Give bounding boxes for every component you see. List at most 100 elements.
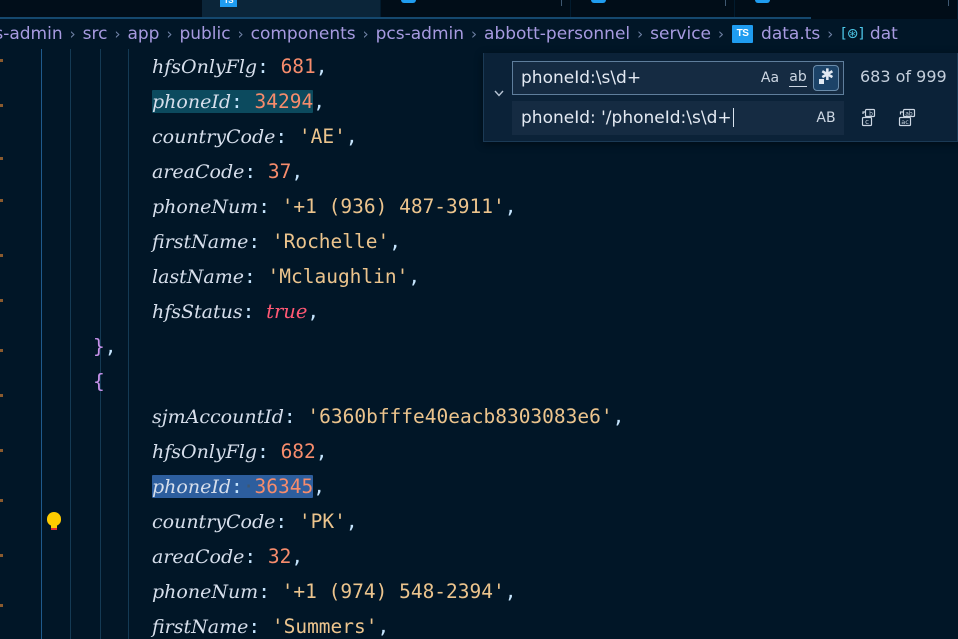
breadcrumb-item[interactable]: dat	[869, 24, 899, 44]
typescript-icon	[591, 0, 606, 3]
replace-actions: c b ac ab	[856, 105, 920, 131]
code-line[interactable]: firstName: 'Rochelle',	[0, 224, 958, 259]
code-token-str: 'Mclaughlin'	[267, 265, 409, 288]
match-case-icon[interactable]: Aa	[757, 65, 783, 91]
breadcrumb-separator: ›	[362, 25, 369, 43]
code-token-punc: ,	[345, 510, 358, 533]
code-token-punc: ,	[104, 335, 117, 358]
code-token-punc: :	[283, 405, 308, 428]
code-token-ws: ·	[242, 475, 255, 498]
code-token-key: lastName	[152, 266, 245, 288]
regex-icon[interactable]: ✱	[813, 65, 839, 91]
typescript-icon: TS	[732, 25, 754, 43]
code-line[interactable]: firstName: 'Summers',	[0, 609, 958, 639]
code-token-key: phoneId	[152, 91, 231, 113]
code-token-punc: ,	[291, 160, 304, 183]
code-token-punc: :	[231, 90, 255, 113]
breadcrumb-item[interactable]: pcs-admin	[375, 24, 465, 44]
typescript-icon	[401, 0, 416, 3]
replace-options: AB	[813, 105, 843, 131]
code-token-punc: :	[258, 195, 282, 218]
code-token-num: 681	[280, 55, 316, 78]
code-token-key: firstName	[152, 616, 249, 638]
code-line[interactable]: hfsOnlyFlg: 682,	[0, 434, 958, 469]
code-token-punc: ,	[389, 230, 401, 253]
code-token-key: areaCode	[152, 161, 245, 183]
breadcrumb-separator: ›	[827, 25, 834, 43]
code-token-key: hfsStatus	[152, 301, 243, 323]
breadcrumb-separator: ›	[237, 25, 244, 43]
code-token-punc: ,	[315, 55, 328, 78]
code-token-key: phoneNum	[152, 581, 259, 603]
breadcrumb-separator: ›	[637, 25, 644, 43]
code-line[interactable]: hfsStatus: true,	[0, 294, 958, 329]
code-token-key: hfsOnlyFlg	[152, 441, 258, 463]
code-token-num: 682	[280, 440, 316, 463]
code-line[interactable]: phoneId:·36345,	[0, 469, 958, 504]
find-input-value[interactable]: phoneId:\s\d+	[513, 68, 757, 88]
find-match-current: phoneId:·36345	[152, 475, 314, 498]
tab-divider	[725, 0, 726, 6]
code-line[interactable]: areaCode: 37,	[0, 154, 958, 189]
code-token-punc: :	[248, 230, 272, 253]
code-token-punc: ,	[504, 580, 517, 603]
code-line[interactable]: },	[0, 329, 958, 364]
code-line[interactable]: {	[0, 364, 958, 399]
code-token-key: sjmAccountId	[152, 406, 284, 428]
code-line[interactable]: sjmAccountId: '6360bfffe40eacb8303083e6'…	[0, 399, 958, 434]
whole-word-icon[interactable]: ab	[785, 65, 811, 91]
breadcrumb-separator: ›	[166, 25, 173, 43]
breadcrumb-item[interactable]: app	[126, 24, 160, 44]
toggle-replace-chevron-down-icon[interactable]	[488, 81, 510, 105]
code-token-punc: :	[257, 55, 281, 78]
code-line[interactable]: phoneNum: '+1 (936) 487-3911',	[0, 189, 958, 224]
preserve-case-icon[interactable]: AB	[813, 105, 839, 131]
breadcrumb-item[interactable]: abbott-personnel	[483, 24, 631, 44]
breadcrumb-item[interactable]: public	[178, 24, 231, 44]
code-token-brace: {	[93, 370, 105, 393]
breadcrumb-item[interactable]: components	[250, 24, 357, 44]
svg-text:b: b	[869, 111, 873, 118]
breadcrumb-separator: ›	[69, 25, 76, 43]
replace-input[interactable]: phoneId: '/phoneId:\s\d+ AB	[512, 101, 844, 135]
code-token-punc: :	[244, 545, 268, 568]
vscode-window: TS cs-admin › src › app › public › components › pc…	[0, 0, 958, 639]
breadcrumb-separator: ›	[114, 25, 121, 43]
tab-divider	[561, 0, 562, 6]
code-token-str: '+1 (974) 548-2394'	[281, 580, 505, 603]
code-token-key: phoneNum	[152, 196, 259, 218]
code-token-key: countryCode	[152, 511, 276, 533]
code-token-punc: ,	[313, 475, 325, 498]
code-line[interactable]: countryCode: 'PK',	[0, 504, 958, 539]
find-match-count: 683 of 999	[860, 67, 947, 86]
svg-text:ab: ab	[905, 111, 913, 118]
code-line[interactable]: phoneNum: '+1 (974) 548-2394',	[0, 574, 958, 609]
breadcrumb-item[interactable]: cs-admin	[0, 24, 64, 44]
code-token-punc: :	[244, 160, 268, 183]
breadcrumb-item[interactable]: data.ts	[760, 24, 821, 44]
code-token-punc: :	[257, 440, 281, 463]
code-token-str: 'AE'	[298, 125, 346, 148]
breadcrumb[interactable]: cs-admin › src › app › public › components › pcs-a…	[0, 19, 942, 49]
code-token-key: phoneId	[152, 476, 231, 498]
replace-all-icon[interactable]: ac ab	[894, 105, 920, 131]
code-token-punc: ,	[345, 125, 358, 148]
code-token-punc: :	[275, 510, 299, 533]
code-token-key: hfsOnlyFlg	[152, 56, 258, 78]
code-token-brace: }	[93, 335, 105, 358]
code-line[interactable]: lastName: 'Mclaughlin',	[0, 259, 958, 294]
typescript-icon: TS	[220, 0, 237, 7]
code-line[interactable]: areaCode: 32,	[0, 539, 958, 574]
code-token-num: 34294	[254, 90, 314, 113]
code-token-num: 36345	[254, 475, 314, 498]
find-row: phoneId:\s\d+ Aa ab ✱	[512, 61, 844, 95]
replace-input-value[interactable]: phoneId: '/phoneId:\s\d+	[513, 108, 813, 128]
breadcrumb-item[interactable]: src	[82, 24, 109, 44]
code-token-bool: true	[266, 300, 308, 323]
code-token-punc: ,	[612, 405, 625, 428]
replace-icon[interactable]: c b	[856, 105, 882, 131]
find-replace-widget[interactable]: phoneId:\s\d+ Aa ab ✱ 683 of 999 phoneId…	[483, 53, 958, 142]
find-input[interactable]: phoneId:\s\d+ Aa ab ✱	[512, 61, 844, 95]
breadcrumb-separator: ›	[471, 25, 478, 43]
breadcrumb-item[interactable]: service	[649, 24, 712, 44]
